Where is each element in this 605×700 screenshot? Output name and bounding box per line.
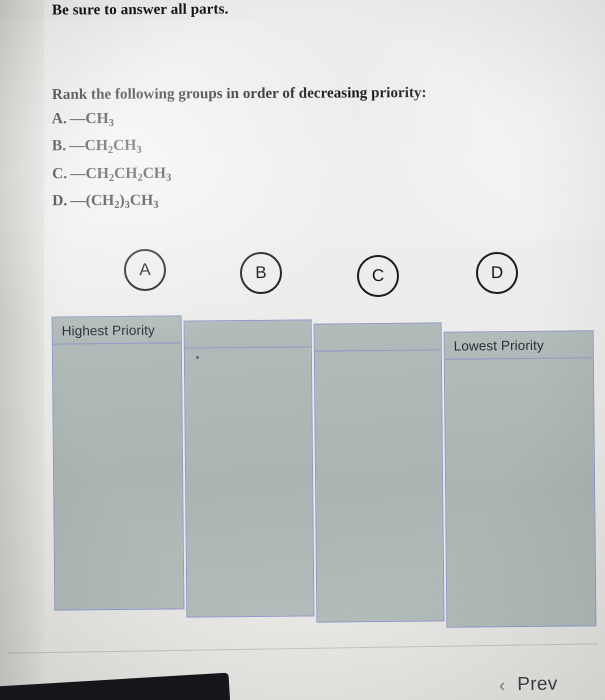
dropzone-column-1[interactable]: Highest Priority: [51, 315, 185, 611]
token-label-b: B: [255, 262, 267, 283]
token-label-c: C: [371, 265, 385, 286]
dropzone-column-4[interactable]: Lowest Priority: [443, 330, 597, 628]
dropzone-body-3[interactable]: [315, 350, 444, 621]
dropzone-header-1: Highest Priority: [52, 316, 181, 345]
choice-row-a: A. —CH3: [52, 108, 171, 136]
chevron-left-icon: ‹: [498, 674, 506, 696]
dropzone-column-3[interactable]: [313, 322, 445, 623]
instruction-banner: Be sure to answer all parts.: [51, 1, 229, 19]
dropzone-body-2[interactable]: [185, 347, 314, 616]
draggable-token-a[interactable]: A: [123, 248, 167, 292]
bond-dash-c: —: [70, 165, 85, 183]
token-label-d: D: [490, 262, 504, 283]
choice-formula-d: (CH2)3CH3: [85, 192, 159, 212]
choice-formula-b: CH2CH3: [84, 137, 142, 157]
dropzone-header-3: [314, 323, 441, 352]
question-prompt: Rank the following groups in order of de…: [51, 85, 427, 103]
dropzone-column-2[interactable]: [183, 319, 315, 618]
choice-formula-c: CH2CH2CH3: [85, 164, 172, 184]
choice-formula-a: CH3: [85, 110, 114, 129]
screen-glare-right: [345, 0, 605, 240]
dropzone-body-4[interactable]: [445, 358, 596, 626]
dropzone-header-2: [184, 320, 311, 349]
dropzone-body-1[interactable]: [53, 343, 184, 609]
choice-letter-a: A.: [51, 110, 67, 128]
draggable-token-b[interactable]: B: [239, 251, 283, 295]
device-bezel-corner: [0, 672, 232, 700]
draggable-token-d[interactable]: D: [475, 251, 519, 295]
choice-row-c: C. —CH2CH2CH3: [52, 163, 171, 191]
footer-divider: [8, 643, 598, 654]
choice-row-b: B. —CH2CH3: [52, 135, 171, 163]
draggable-token-c[interactable]: C: [356, 254, 400, 298]
dropzone-header-4: Lowest Priority: [444, 331, 593, 360]
choice-letter-c: C.: [52, 165, 68, 183]
photographed-page: Be sure to answer all parts. Rank the fo…: [0, 0, 605, 700]
bond-dash-d: —: [70, 192, 85, 210]
dropzone-grid: Highest Priority Lowest Priority: [0, 0, 605, 700]
prev-nav-label: Prev: [517, 673, 558, 696]
choice-row-d: D. —(CH2)3CH3: [52, 190, 171, 218]
choice-letter-b: B.: [51, 137, 67, 155]
choice-list: A. —CH3 B. —CH2CH3 C. —CH2CH2CH3 D. —(CH2)3C…: [52, 108, 172, 218]
token-label-a: A: [139, 259, 151, 280]
bond-dash-a: —: [69, 110, 85, 128]
page-left-margin: [0, 0, 44, 700]
prev-nav-button[interactable]: ‹ Prev: [499, 674, 558, 697]
choice-letter-d: D.: [52, 192, 68, 210]
bond-dash-b: —: [69, 137, 84, 155]
